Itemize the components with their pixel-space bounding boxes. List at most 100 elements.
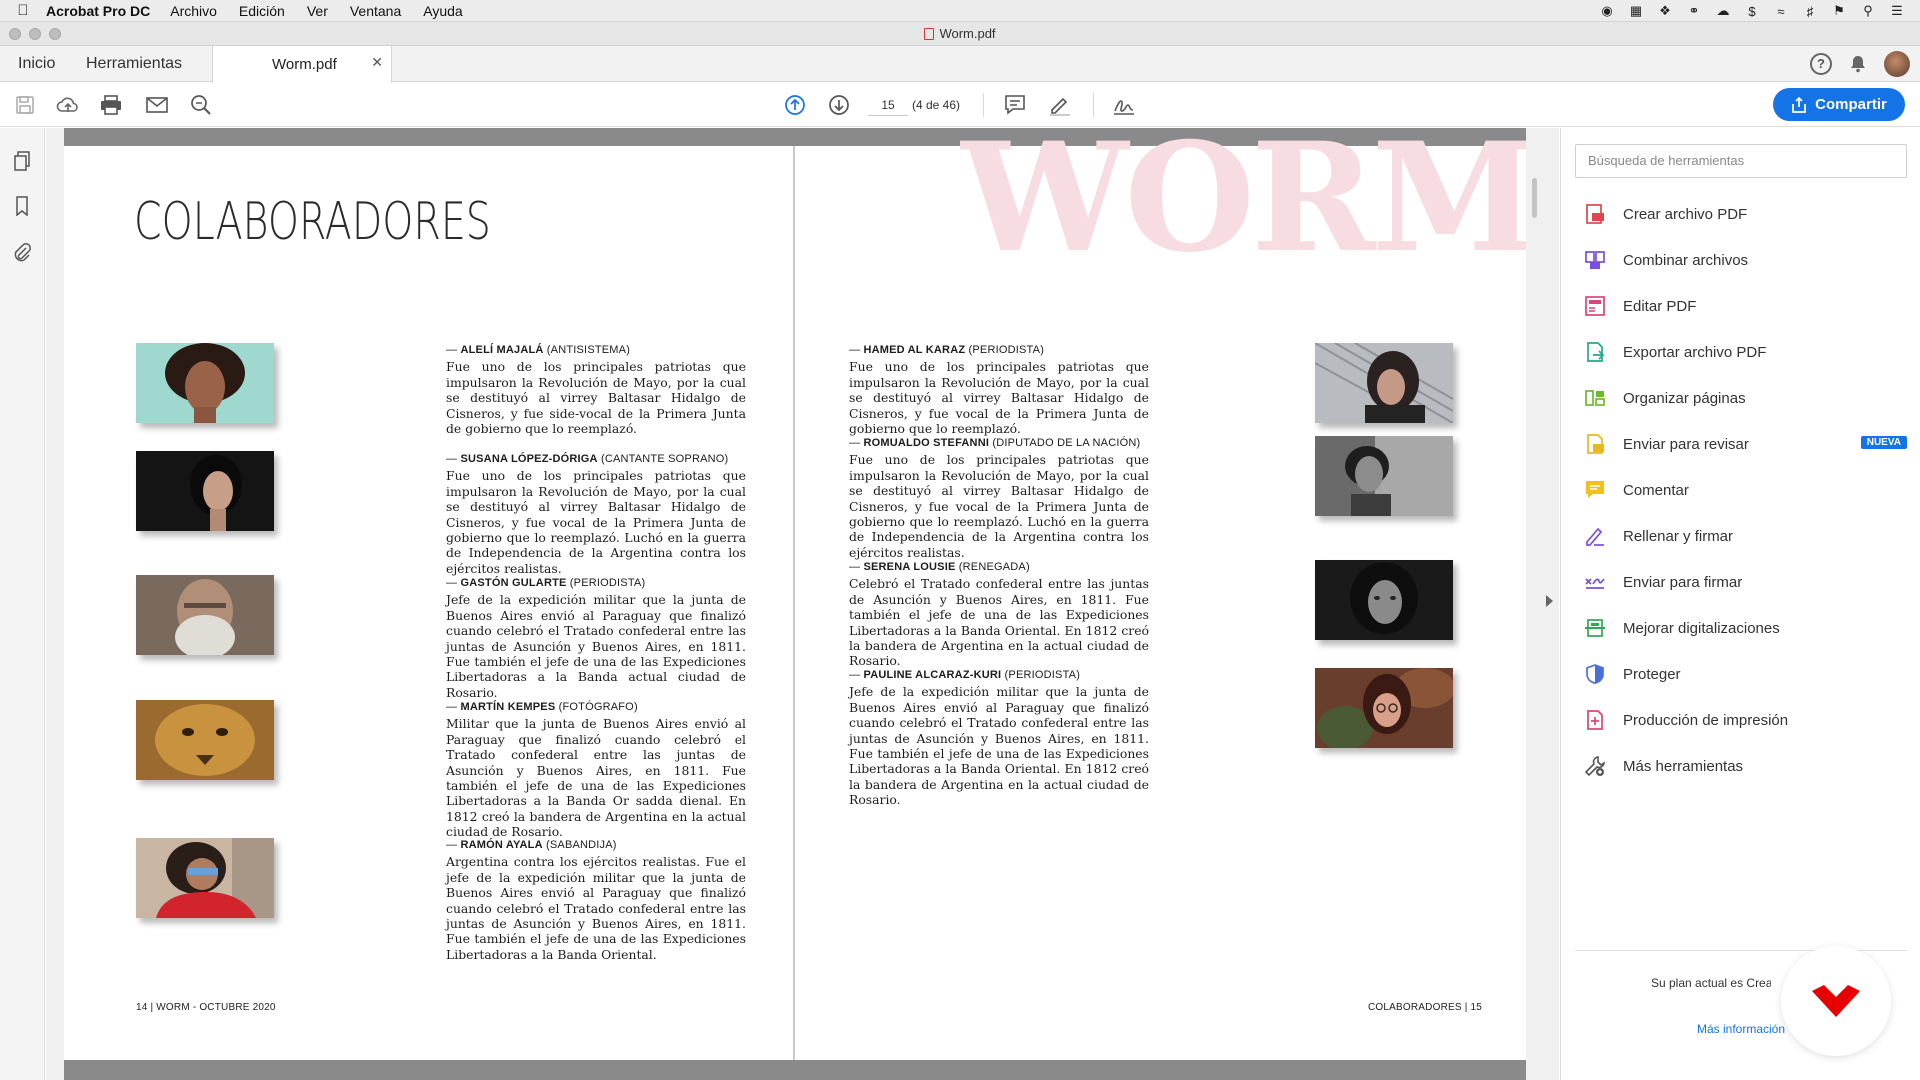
page-count: (4 de 46) (912, 98, 961, 112)
contributor-name: ROMUALDO STEFANNI (863, 437, 990, 449)
tool-protect[interactable]: Proteger (1583, 660, 1913, 688)
more-info-link[interactable]: Más información (1697, 1022, 1785, 1036)
plan-status-text: Su plan actual es Creat (1651, 976, 1771, 990)
tab-herramientas[interactable]: Herramientas (86, 46, 182, 82)
menu-archivo[interactable]: Archivo (170, 3, 217, 19)
export-pdf-icon (1583, 340, 1607, 364)
print-production-icon (1583, 708, 1607, 732)
tool-label: Editar PDF (1623, 297, 1697, 315)
attachments-paperclip-icon[interactable] (11, 241, 33, 263)
pdf-file-icon (924, 28, 935, 40)
contributor-role: (SABANDIJA) (542, 839, 617, 851)
upload-cloud-icon[interactable] (55, 93, 81, 117)
currency-icon[interactable]: $ (1743, 4, 1761, 19)
menu-edicion[interactable]: Edición (239, 3, 285, 19)
new-badge: NUEVA (1860, 436, 1907, 449)
collapse-right-panel-icon[interactable] (1546, 595, 1553, 607)
next-page-icon[interactable] (826, 93, 852, 117)
share-button-label: Compartir (1815, 96, 1887, 113)
window-title: Worm.pdf (0, 26, 1920, 41)
record-icon[interactable]: ◉ (1598, 3, 1616, 18)
bookmarks-icon[interactable] (11, 195, 33, 217)
dropbox-icon[interactable]: ❖ (1656, 3, 1674, 18)
tool-label: Mejorar digitalizaciones (1623, 619, 1780, 637)
apple-icon[interactable]:  (0, 2, 46, 19)
sign-icon[interactable] (1111, 93, 1137, 117)
page-thumbnails-icon[interactable] (11, 150, 33, 172)
zoom-search-icon[interactable] (188, 93, 214, 117)
contributor-heading: — ROMUALDO STEFANNI (DIPUTADO DE LA NACI… (849, 437, 1141, 449)
contributor-heading: — SUSANA LÓPEZ-DÓRIGA (CANTANTE SOPRANO) (446, 453, 729, 465)
comment-icon[interactable] (1002, 93, 1028, 117)
menu-ayuda[interactable]: Ayuda (423, 3, 462, 19)
tool-export-pdf[interactable]: Exportar archivo PDF (1583, 338, 1913, 366)
tool-fill-and-sign[interactable]: Rellenar y firmar (1583, 522, 1913, 550)
menu-ver[interactable]: Ver (307, 3, 328, 19)
vertical-scrollbar-thumb[interactable] (1532, 178, 1537, 218)
toolbar-divider (983, 93, 984, 117)
tool-print-production[interactable]: Producción de impresión (1583, 706, 1913, 734)
system-menubar:  Acrobat Pro DC Archivo Edición Ver Ven… (0, 0, 1920, 22)
tool-send-for-signature[interactable]: Enviar para firmar (1583, 568, 1913, 596)
contributor-heading: — RAMÓN AYALA (SABANDIJA) (446, 839, 617, 851)
print-icon[interactable] (98, 93, 124, 117)
folio-right: COLABORADORES | 15 (1368, 1002, 1483, 1013)
help-icon[interactable]: ? (1810, 53, 1832, 75)
close-tab-icon[interactable]: ✕ (371, 54, 383, 71)
contributor-bio: Jefe de la expedición militar que la jun… (446, 592, 746, 700)
share-button[interactable]: Compartir (1773, 88, 1905, 121)
tool-label: Exportar archivo PDF (1623, 343, 1767, 361)
contributor-role: (ANTISISTEMA) (543, 344, 631, 356)
tool-label: Crear archivo PDF (1623, 205, 1748, 223)
tool-edit-pdf[interactable]: Editar PDF (1583, 292, 1913, 320)
wifi-icon[interactable]: ≈ (1772, 4, 1790, 19)
tool-label: Comentar (1623, 481, 1689, 499)
contributor-name: GASTÓN GULARTE (460, 577, 567, 589)
tool-more-tools[interactable]: Más herramientas (1583, 752, 1913, 780)
tool-combine-files[interactable]: Combinar archivos (1583, 246, 1913, 274)
tool-create-pdf[interactable]: Crear archivo PDF (1583, 200, 1913, 228)
create-pdf-icon (1583, 202, 1607, 226)
contributor-photo-8 (1315, 560, 1453, 640)
highlight-pen-icon[interactable] (1047, 93, 1073, 117)
app-status-icon[interactable]: ▦ (1627, 3, 1645, 18)
user-avatar[interactable] (1884, 51, 1910, 77)
contributor-role: (PERIODISTA) (965, 344, 1045, 356)
tools-search-input[interactable]: Búsqueda de herramientas (1575, 144, 1907, 178)
spotlight-search-icon[interactable]: ⚲ (1859, 3, 1877, 18)
left-navigation-rail (0, 128, 45, 1080)
save-icon[interactable] (12, 93, 38, 117)
worm-watermark: WORM (960, 128, 1526, 268)
contributor-role: (DIPUTADO DE LA NACIÓN) (989, 437, 1141, 449)
tool-organize-pages[interactable]: Organizar páginas (1583, 384, 1913, 412)
email-icon[interactable] (144, 93, 170, 117)
tool-enhance-scans[interactable]: Mejorar digitalizaciones (1583, 614, 1913, 642)
menu-ventana[interactable]: Ventana (350, 3, 401, 19)
contributor-entry: — HAMED AL KARAZ (PERIODISTA) Fue uno de… (849, 343, 1149, 436)
contributor-photo-4 (136, 700, 274, 780)
tab-document[interactable]: Worm.pdf ✕ (212, 46, 392, 83)
cloud-icon[interactable]: ☁ (1714, 3, 1732, 18)
previous-page-icon[interactable] (782, 93, 808, 117)
contributor-role: (CANTANTE SOPRANO) (597, 453, 729, 465)
main-toolbar: 15 (4 de 46) Compartir (0, 83, 1920, 127)
flag-icon[interactable]: ⚑ (1830, 3, 1848, 18)
tool-label: Organizar páginas (1623, 389, 1746, 407)
tool-send-for-review[interactable]: Enviar para revisar NUEVA (1583, 430, 1913, 458)
volume-icon[interactable]: ♯ (1801, 4, 1819, 19)
page-number-input[interactable]: 15 (868, 94, 908, 116)
tool-label: Enviar para revisar (1623, 435, 1749, 453)
notification-center-icon[interactable]: ☰ (1888, 3, 1906, 18)
contributor-name: RAMÓN AYALA (460, 839, 543, 851)
contributor-entry: — ALELÍ MAJALÁ (ANTISISTEMA) Fue uno de … (446, 343, 746, 436)
contributor-bio: Argentina contra los ejércitos realistas… (446, 854, 746, 962)
tool-comment[interactable]: Comentar (1583, 476, 1913, 504)
creative-cloud-icon[interactable]: ⚭ (1685, 3, 1703, 18)
tab-inicio[interactable]: Inicio (18, 46, 55, 82)
notifications-bell-icon[interactable] (1848, 54, 1868, 74)
contributor-photo-1 (136, 343, 274, 423)
more-tools-wrench-icon (1583, 754, 1607, 778)
contributor-photo-6 (1315, 343, 1453, 423)
menu-app-name[interactable]: Acrobat Pro DC (46, 3, 150, 19)
window-title-text: Worm.pdf (939, 26, 996, 41)
